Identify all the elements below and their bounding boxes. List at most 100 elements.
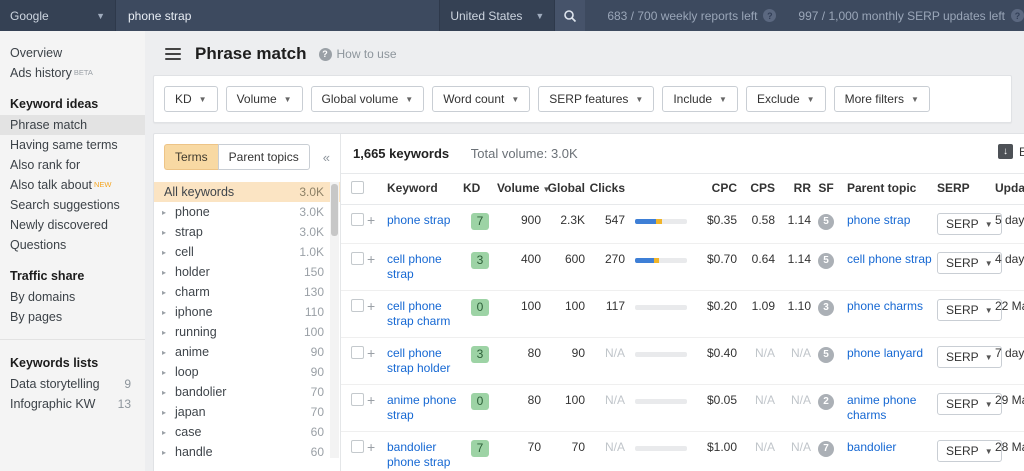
- serp-button[interactable]: SERP▼: [937, 299, 1002, 321]
- filter-kd[interactable]: KD▼: [164, 86, 218, 112]
- keyword-link[interactable]: cell phone strap: [387, 252, 463, 282]
- country-value: United States: [450, 9, 522, 23]
- help-icon[interactable]: ?: [763, 9, 776, 22]
- add-to-list-icon[interactable]: +: [367, 393, 387, 407]
- col-volume[interactable]: Volume▼: [497, 181, 541, 195]
- country-select[interactable]: United States ▼: [439, 0, 555, 31]
- terms-item-running[interactable]: ▸running100: [154, 322, 340, 342]
- terms-item-holder[interactable]: ▸holder150: [154, 262, 340, 282]
- sidebar-toggle-icon[interactable]: [165, 48, 181, 60]
- col-sf[interactable]: SF: [811, 181, 841, 195]
- col-kd[interactable]: KD: [463, 181, 497, 195]
- tab-parent-topics[interactable]: Parent topics: [218, 144, 310, 170]
- chevron-down-icon: ▼: [511, 95, 519, 104]
- terms-item-iphone[interactable]: ▸iphone110: [154, 302, 340, 322]
- col-keyword[interactable]: Keyword: [387, 181, 463, 195]
- parent-topic-link[interactable]: anime phone charms: [847, 393, 916, 422]
- keyword-link[interactable]: cell phone strap holder: [387, 346, 463, 376]
- search-button[interactable]: [555, 0, 585, 31]
- parent-topic-link[interactable]: phone strap: [847, 213, 910, 227]
- sidebar-item-newly-discovered[interactable]: Newly discovered: [0, 215, 145, 235]
- search-engine-select[interactable]: Google ▼: [0, 0, 116, 31]
- serp-button[interactable]: SERP▼: [937, 252, 1002, 274]
- filter-label: SERP features: [549, 92, 628, 106]
- keyword-link[interactable]: bandolier phone strap: [387, 440, 463, 470]
- add-to-list-icon[interactable]: +: [367, 252, 387, 266]
- terms-item-bandolier[interactable]: ▸bandolier70: [154, 382, 340, 402]
- col-parent-topic[interactable]: Parent topic: [841, 181, 937, 195]
- parent-topic-link[interactable]: cell phone strap: [847, 252, 932, 266]
- sidebar-item-label: Ads history: [10, 66, 72, 80]
- sidebar-item-also-talk-about[interactable]: Also talk aboutNEW: [0, 175, 145, 195]
- terms-item-strap[interactable]: ▸strap3.0K: [154, 222, 340, 242]
- terms-scrollbar[interactable]: [330, 182, 339, 458]
- export-button[interactable]: ↓ E: [998, 144, 1024, 159]
- sidebar-item-data-storytelling[interactable]: Data storytelling9: [0, 374, 145, 394]
- row-checkbox[interactable]: [351, 393, 364, 406]
- sidebar-item-infographic-kw[interactable]: Infographic KW13: [0, 394, 145, 414]
- collapse-panel-icon[interactable]: «: [321, 150, 332, 165]
- filter-serp-features[interactable]: SERP features▼: [538, 86, 654, 112]
- add-to-list-icon[interactable]: +: [367, 213, 387, 227]
- keyword-link[interactable]: phone strap: [387, 213, 463, 228]
- serp-cell: SERP▼: [937, 299, 995, 321]
- scrollbar-thumb[interactable]: [331, 184, 338, 236]
- help-icon[interactable]: ?: [1011, 9, 1024, 22]
- parent-topic-link[interactable]: bandolier: [847, 440, 896, 454]
- serp-button[interactable]: SERP▼: [937, 346, 1002, 368]
- col-rr[interactable]: RR: [775, 181, 811, 195]
- row-checkbox[interactable]: [351, 440, 364, 453]
- col-updated[interactable]: Updated: [995, 181, 1024, 195]
- terms-item-anime[interactable]: ▸anime90: [154, 342, 340, 362]
- serp-button[interactable]: SERP▼: [937, 440, 1002, 462]
- filter-volume[interactable]: Volume▼: [226, 86, 303, 112]
- filter-exclude[interactable]: Exclude▼: [746, 86, 826, 112]
- serp-button[interactable]: SERP▼: [937, 213, 1002, 235]
- col-cps[interactable]: CPS: [737, 181, 775, 195]
- terms-item-all-keywords[interactable]: All keywords 3.0K: [154, 182, 340, 202]
- terms-item-case[interactable]: ▸case60: [154, 422, 340, 442]
- add-to-list-icon[interactable]: +: [367, 299, 387, 313]
- sidebar-item-also-rank-for[interactable]: Also rank for: [0, 155, 145, 175]
- filter-include[interactable]: Include▼: [662, 86, 738, 112]
- terms-item-charm[interactable]: ▸charm130: [154, 282, 340, 302]
- parent-topic-link[interactable]: phone lanyard: [847, 346, 923, 360]
- sidebar-item-ads-history[interactable]: Ads historyBETA: [0, 63, 145, 83]
- col-global[interactable]: Global: [541, 181, 585, 195]
- terms-item-handle[interactable]: ▸handle60: [154, 442, 340, 458]
- sidebar-item-having-same-terms[interactable]: Having same terms: [0, 135, 145, 155]
- col-cpc[interactable]: CPC: [689, 181, 737, 195]
- sidebar-item-phrase-match[interactable]: Phrase match: [0, 115, 145, 135]
- chevron-down-icon: ▼: [96, 11, 105, 21]
- parent-topic-link[interactable]: phone charms: [847, 299, 923, 313]
- sidebar-item-search-suggestions[interactable]: Search suggestions: [0, 195, 145, 215]
- how-to-use-link[interactable]: ? How to use: [319, 47, 397, 61]
- row-checkbox[interactable]: [351, 252, 364, 265]
- keyword-link[interactable]: cell phone strap charm: [387, 299, 463, 329]
- terms-item-cell[interactable]: ▸cell1.0K: [154, 242, 340, 262]
- select-all-checkbox[interactable]: [351, 181, 364, 194]
- sidebar-item-questions[interactable]: Questions: [0, 235, 145, 255]
- chevron-down-icon: ▼: [985, 447, 993, 456]
- row-checkbox[interactable]: [351, 213, 364, 226]
- tab-terms[interactable]: Terms: [164, 144, 218, 170]
- sidebar-item-by-domains[interactable]: By domains: [0, 287, 145, 307]
- add-to-list-icon[interactable]: +: [367, 440, 387, 454]
- filter-global-volume[interactable]: Global volume▼: [311, 86, 425, 112]
- sidebar-item-overview[interactable]: Overview: [0, 43, 145, 63]
- col-clicks[interactable]: Clicks: [585, 181, 625, 195]
- add-to-list-icon[interactable]: +: [367, 346, 387, 360]
- row-checkbox[interactable]: [351, 346, 364, 359]
- filter-word-count[interactable]: Word count▼: [432, 86, 530, 112]
- keyword-search-input[interactable]: [116, 0, 439, 31]
- keyword-link[interactable]: anime phone strap: [387, 393, 463, 423]
- filter-more-filters[interactable]: More filters▼: [834, 86, 930, 112]
- serp-button[interactable]: SERP▼: [937, 393, 1002, 415]
- terms-item-phone[interactable]: ▸phone3.0K: [154, 202, 340, 222]
- total-volume: Total volume: 3.0K: [471, 146, 578, 161]
- terms-item-loop[interactable]: ▸loop90: [154, 362, 340, 382]
- row-checkbox[interactable]: [351, 299, 364, 312]
- terms-item-japan[interactable]: ▸japan70: [154, 402, 340, 422]
- sidebar-item-by-pages[interactable]: By pages: [0, 307, 145, 327]
- cps-value: 0.58: [737, 213, 775, 228]
